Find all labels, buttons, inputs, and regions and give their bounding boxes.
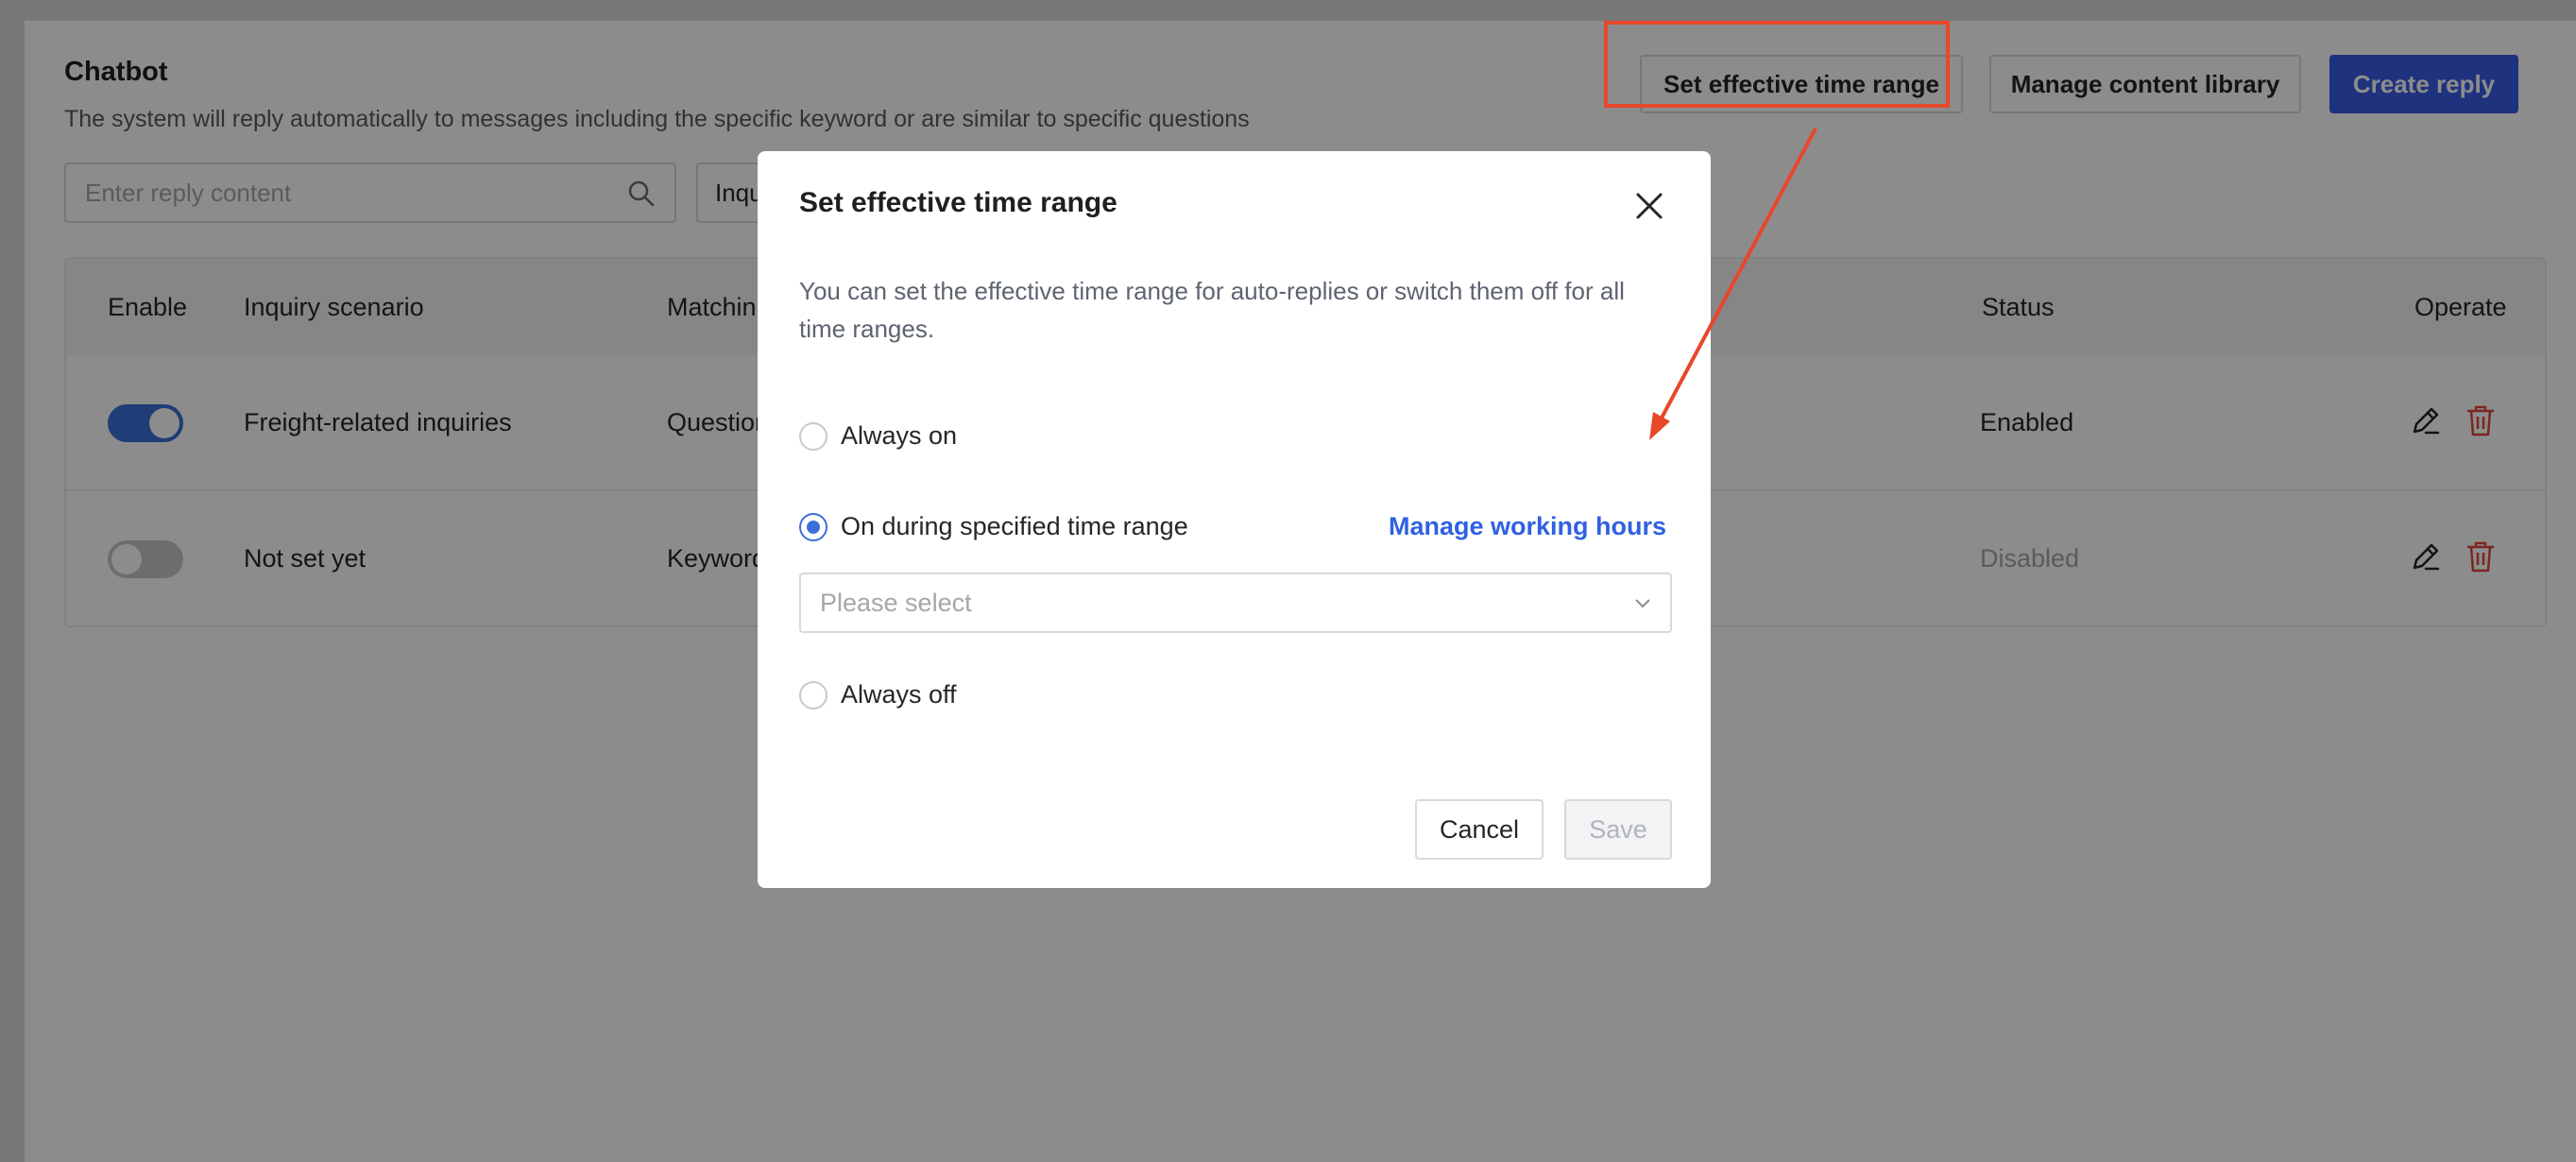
modal-description: You can set the effective time range for… bbox=[799, 277, 1625, 343]
chevron-down-icon bbox=[1635, 599, 1650, 608]
cancel-button[interactable]: Cancel bbox=[1415, 799, 1544, 860]
time-range-modal: Set effective time range You can set the… bbox=[758, 151, 1711, 888]
option-always-off[interactable]: Always off bbox=[799, 680, 957, 709]
close-icon[interactable] bbox=[1630, 187, 1668, 225]
manage-working-hours-link[interactable]: Manage working hours bbox=[1389, 512, 1666, 541]
modal-title: Set effective time range bbox=[799, 187, 1117, 218]
option-specified-range[interactable]: On during specified time range bbox=[799, 512, 1188, 541]
time-range-select[interactable]: Please select bbox=[799, 572, 1672, 633]
radio-always-off[interactable] bbox=[799, 680, 827, 709]
option-label: On during specified time range bbox=[841, 512, 1188, 540]
option-always-on[interactable]: Always on bbox=[799, 421, 957, 451]
radio-always-on[interactable] bbox=[799, 421, 827, 451]
radio-specified-range[interactable] bbox=[799, 512, 827, 541]
option-label: Always off bbox=[841, 680, 957, 709]
option-label: Always on bbox=[841, 421, 958, 450]
highlight-box bbox=[1604, 21, 1950, 108]
select-placeholder: Please select bbox=[820, 588, 972, 617]
save-button[interactable]: Save bbox=[1564, 799, 1672, 860]
